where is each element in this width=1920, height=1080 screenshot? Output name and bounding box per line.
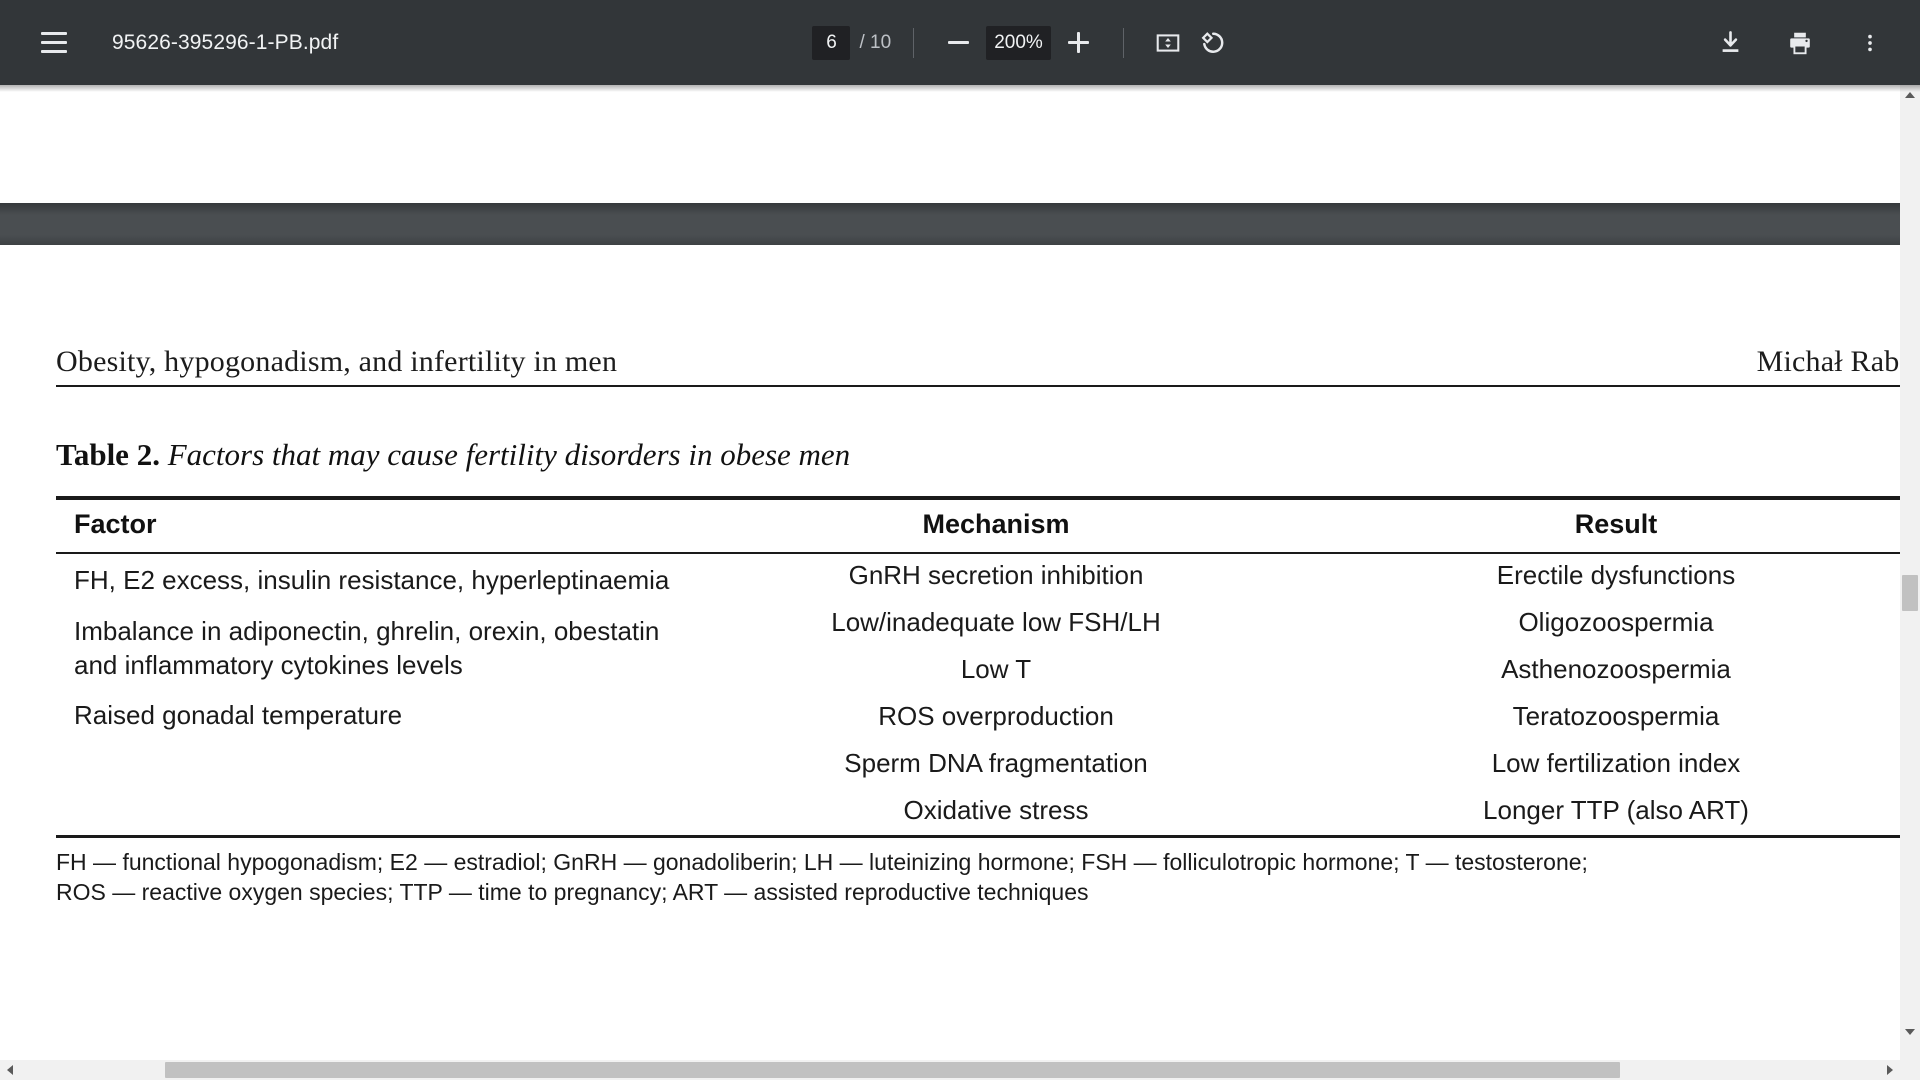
vertical-scrollbar[interactable] [1900,85,1920,1080]
triangle-right [1887,1065,1893,1075]
running-head-author: Michał Rabije [1756,345,1900,378]
table-header-row: Factor Mechanism Result [56,503,1902,551]
table-footnote: FH — functional hypogonadism; E2 — estra… [56,848,1856,908]
pdf-viewer-area[interactable]: Obesity, hypogonadism, and infertility i… [0,85,1920,1080]
scroll-right-arrow-icon[interactable] [1880,1060,1900,1080]
table-body: FH, E2 excess, insulin resistance, hyper… [56,552,1902,835]
menu-bar-1 [41,32,67,35]
rotate-button[interactable] [1190,21,1234,65]
plus-icon [1068,32,1090,53]
triangle-up [1905,92,1915,98]
table-row: FH, E2 excess, insulin resistance, hyper… [74,565,670,595]
table-row: Low fertilization index [1491,748,1741,778]
table-row: ROS overproduction [878,701,1114,731]
minus-icon [947,41,969,44]
scroll-up-arrow-icon[interactable] [1900,85,1920,105]
hamburger-menu-icon[interactable] [32,21,76,65]
table-row: Raised gonadal temperature [74,700,403,731]
table-header-mechanism: Mechanism [922,509,1070,539]
download-icon [1722,31,1738,52]
table-row: Asthenozoospermia [1501,654,1731,684]
table-column-factor: FH, E2 excess, insulin resistance, hyper… [74,564,694,733]
toolbar-divider-2 [1122,27,1124,58]
table-row: Imbalance in adiponectin, ghrelin, orexi… [74,615,660,680]
page-separator-gap [0,203,1900,245]
table-caption-label: Table 2. [56,437,160,472]
toolbar-center-group: / 10 200% [338,0,1708,85]
table-bottom-rule [56,835,1902,838]
print-icon [1790,32,1810,54]
triangle-left [7,1065,13,1075]
table-row: GnRH secretion inhibition [848,560,1144,590]
toolbar-divider [913,27,915,58]
footnote-line-1: FH — functional hypogonadism; E2 — estra… [56,849,1588,875]
table-row: Oligozoospermia [1518,607,1714,637]
table-row: Low T [960,654,1032,684]
table-row: Low/inadequate low FSH/LH [831,607,1161,637]
running-head-rule [56,385,1918,387]
table-header-result: Result [1574,509,1658,539]
fit-to-page-icon [1156,33,1180,52]
triangle-down [1905,1029,1915,1035]
download-button[interactable] [1708,21,1752,65]
pdf-page-6: Obesity, hypogonadism, and infertility i… [0,245,1918,1080]
more-options-button[interactable] [1848,21,1892,65]
scrollbar-corner [1900,1060,1920,1080]
footnote-line-2: ROS — reactive oxygen species; TTP — tim… [56,878,1089,905]
document-file-name: 95626-395296-1-PB.pdf [112,30,339,54]
zoom-out-button[interactable] [936,21,980,65]
table-row: Teratozoospermia [1512,701,1720,731]
vertical-scrollbar-thumb[interactable] [1902,575,1918,611]
page-total-label: / 10 [859,31,892,53]
table-header-factor: Factor [74,509,157,539]
table-row: Oxidative stress [903,795,1089,825]
scroll-down-arrow-icon[interactable] [1900,1022,1920,1042]
table-row: Sperm DNA fragmentation [844,748,1148,778]
menu-bar-3 [41,50,67,53]
table-caption-text: Factors that may cause fertility disorde… [167,437,851,472]
zoom-level-display[interactable]: 200% [986,25,1051,60]
table-row: Erectile dysfunctions [1496,560,1736,590]
toolbar-left-group: 95626-395296-1-PB.pdf [0,0,338,85]
table-caption: Table 2. Factors that may cause fertilit… [56,437,850,473]
fit-to-page-button[interactable] [1146,21,1190,65]
horizontal-scrollbar-thumb[interactable] [165,1062,1620,1078]
table-column-result: Erectile dysfunctions Oligozoospermia As… [1356,552,1876,834]
running-head: Obesity, hypogonadism, and infertility i… [56,331,1900,379]
horizontal-scrollbar[interactable] [0,1060,1900,1080]
rotate-counterclockwise-icon [1201,32,1224,53]
running-head-title: Obesity, hypogonadism, and infertility i… [56,345,618,378]
menu-bar-2 [41,41,67,44]
pdf-viewer-toolbar: 95626-395296-1-PB.pdf / 10 200% [0,0,1920,85]
print-button[interactable] [1778,21,1822,65]
page-number-input[interactable] [812,25,851,60]
scroll-left-arrow-icon[interactable] [0,1060,20,1080]
table-column-mechanism: GnRH secretion inhibition Low/inadequate… [716,552,1276,834]
more-vertical-icon [1868,34,1872,51]
table-top-rule [56,496,1902,500]
page-navigation: / 10 [812,25,892,60]
table-row: Longer TTP (also ART) [1483,795,1749,825]
zoom-in-button[interactable] [1057,21,1101,65]
toolbar-right-group [1708,0,1920,85]
